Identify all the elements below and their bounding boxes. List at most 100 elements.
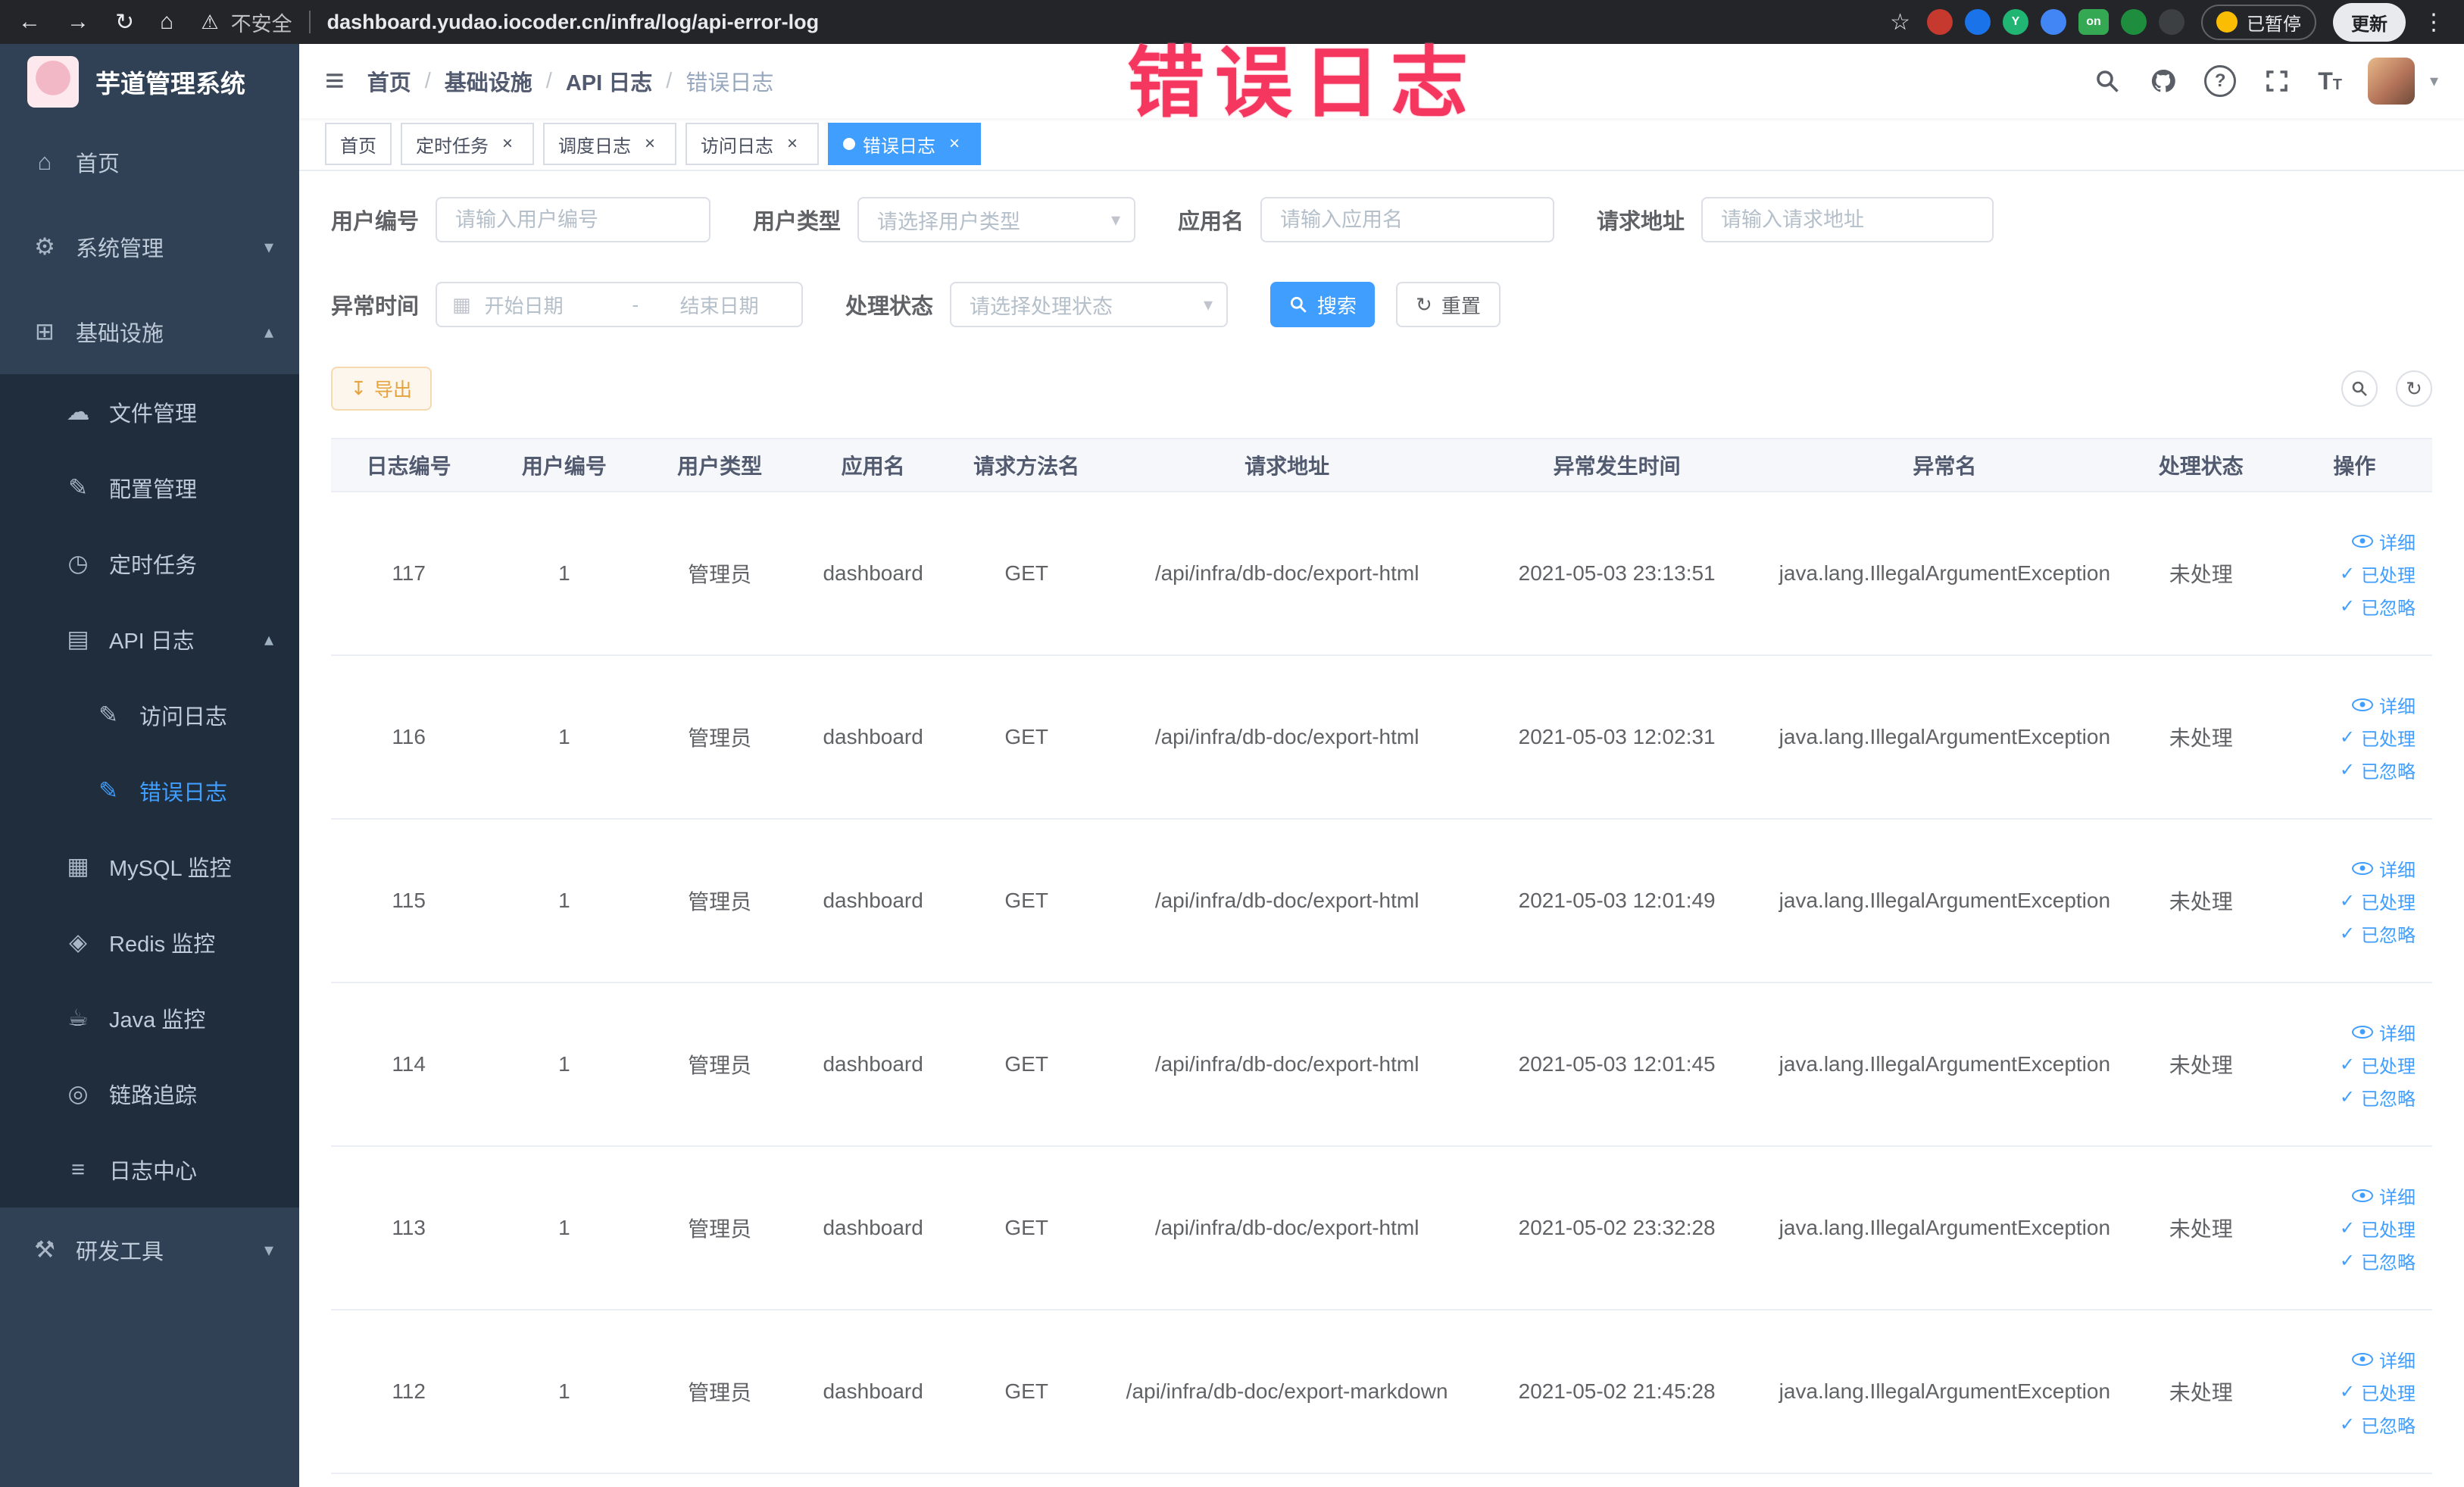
tab-label: 访问日志 [701, 136, 773, 157]
bookmark-star-icon[interactable]: ☆ [1890, 9, 1910, 36]
toggle-search-button[interactable] [2341, 370, 2378, 407]
navbar-right: ? TT ▾ [2092, 58, 2438, 105]
row-actions: 详细 ✓ 已处理 ✓ 已忽略 [2284, 656, 2416, 817]
request-url-input[interactable] [1701, 197, 1994, 242]
sidebar-item-redis-monitor[interactable]: ◈ Redis 监控 [0, 904, 299, 980]
fullscreen-icon[interactable] [2262, 66, 2292, 96]
reload-icon[interactable]: ↻ [115, 9, 134, 36]
action-detail-link[interactable]: 详细 [2352, 692, 2416, 718]
action-label: 详细 [2379, 696, 2416, 717]
sidebar-item-dev-tools[interactable]: ⚒ 研发工具 ▾ [0, 1207, 299, 1292]
action-processed-link[interactable]: ✓ 已处理 [2340, 724, 2416, 751]
action-detail-link[interactable]: 详细 [2352, 855, 2416, 882]
sidebar-item-system[interactable]: ⚙ 系统管理 ▾ [0, 205, 299, 289]
sidebar-item-log-center[interactable]: ≡ 日志中心 [0, 1132, 299, 1207]
extension-leaf-icon[interactable] [2121, 9, 2147, 35]
extension-green-on-icon[interactable]: on [2078, 9, 2109, 35]
sidebar-item-infra[interactable]: ⊞ 基础设施 ▴ [0, 289, 299, 374]
url-text[interactable]: dashboard.yudao.iocoder.cn/infra/log/api… [327, 11, 820, 34]
close-icon[interactable]: × [639, 133, 661, 155]
sidebar-item-config-manage[interactable]: ✎ 配置管理 [0, 450, 299, 526]
update-button[interactable]: 更新 [2333, 2, 2406, 42]
breadcrumb-item[interactable]: API 日志 [566, 65, 652, 97]
extension-blue-grid-icon[interactable] [2041, 9, 2066, 35]
date-range-picker[interactable]: ▦ 开始日期 - 结束日期 [436, 282, 804, 327]
action-detail-link[interactable]: 详细 [2352, 528, 2416, 555]
check-icon: ✓ [2339, 1414, 2355, 1435]
action-detail-link[interactable]: 详细 [2352, 1346, 2416, 1373]
sidebar-item-access-log[interactable]: ✎ 访问日志 [0, 677, 299, 753]
extension-dark-paw-icon[interactable] [2159, 9, 2184, 35]
action-ignored-link[interactable]: ✓ 已忽略 [2340, 1411, 2416, 1438]
filter-user-id: 用户编号 [331, 197, 711, 242]
user-avatar[interactable] [2367, 58, 2415, 105]
action-ignored-link[interactable]: ✓ 已忽略 [2340, 757, 2416, 783]
close-icon[interactable]: × [943, 133, 966, 155]
extension-blue-drop-icon[interactable] [1965, 9, 1991, 35]
calendar-icon: ▦ [452, 292, 471, 316]
action-processed-link[interactable]: ✓ 已处理 [2340, 1215, 2416, 1242]
file-icon: ☁ [66, 398, 90, 425]
breadcrumb-item[interactable]: 首页 [367, 65, 411, 97]
sidebar-item-java-monitor[interactable]: ☕ Java 监控 [0, 980, 299, 1056]
tab-访问日志[interactable]: 访问日志 × [685, 123, 819, 165]
sidebar-item-home[interactable]: ⌂ 首页 [0, 120, 299, 205]
action-detail-link[interactable]: 详细 [2352, 1182, 2416, 1209]
refresh-table-button[interactable]: ↻ [2396, 370, 2432, 407]
reset-button[interactable]: ↻ 重置 [1396, 282, 1501, 327]
extension-green-y-icon[interactable]: Y [2003, 9, 2028, 35]
action-processed-link[interactable]: ✓ 已处理 [2340, 561, 2416, 587]
logo-row[interactable]: 芋道管理系统 [0, 44, 299, 120]
action-ignored-link[interactable]: ✓ 已忽略 [2340, 593, 2416, 620]
sidebar-item-link-trace[interactable]: ◎ 链路追踪 [0, 1056, 299, 1132]
sidebar-item-api-log[interactable]: ▤ API 日志 ▴ [0, 601, 299, 677]
sidebar-item-error-log[interactable]: ✎ 错误日志 [0, 753, 299, 829]
tab-错误日志[interactable]: 错误日志 × [828, 123, 981, 165]
browser-home-icon[interactable]: ⌂ [160, 9, 173, 35]
timer-icon: ◷ [67, 550, 89, 576]
action-label: 已忽略 [2361, 1089, 2416, 1110]
github-icon[interactable] [2148, 66, 2178, 96]
close-icon[interactable]: × [496, 133, 519, 155]
tab-调度日志[interactable]: 调度日志 × [543, 123, 676, 165]
export-button[interactable]: ↧ 导出 [331, 367, 432, 411]
avatar-caret-icon[interactable]: ▾ [2430, 71, 2438, 91]
close-icon[interactable]: × [781, 133, 804, 155]
table-cell: 2021-05-02 23:32:28 [1469, 1146, 1764, 1310]
address-bar[interactable]: ⚠ 不安全 dashboard.yudao.iocoder.cn/infra/l… [201, 8, 1881, 37]
browser-menu-icon[interactable]: ⋮ [2422, 9, 2446, 36]
breadcrumb-item[interactable]: 基础设施 [445, 65, 532, 97]
tab-定时任务[interactable]: 定时任务 × [401, 123, 534, 165]
help-icon[interactable]: ? [2204, 65, 2237, 97]
sidebar-item-label: Redis 监控 [109, 932, 216, 957]
user-id-input[interactable] [436, 197, 711, 242]
action-detail-link[interactable]: 详细 [2352, 1019, 2416, 1045]
header-search-icon[interactable] [2092, 66, 2122, 96]
action-ignored-link[interactable]: ✓ 已忽略 [2340, 1084, 2416, 1111]
font-size-icon[interactable]: TT [2318, 67, 2342, 95]
table-cell: dashboard [797, 819, 949, 983]
action-ignored-link[interactable]: ✓ 已忽略 [2340, 920, 2416, 947]
row-actions-cell: 详细 ✓ 已处理 ✓ 已忽略 [2276, 655, 2432, 820]
hamburger-icon[interactable]: ≡ [325, 64, 345, 98]
action-processed-link[interactable]: ✓ 已处理 [2340, 1379, 2416, 1405]
sidebar-item-mysql-monitor[interactable]: ▦ MySQL 监控 [0, 829, 299, 904]
action-processed-link[interactable]: ✓ 已处理 [2340, 1051, 2416, 1078]
table-cell: 114 [331, 982, 487, 1147]
paused-badge[interactable]: 已暂停 [2201, 4, 2316, 40]
process-status-select[interactable]: 请选择处理状态 ▾ [950, 282, 1229, 327]
sidebar-item-label: 基础设施 [76, 322, 164, 346]
extension-red-icon[interactable] [1927, 9, 1953, 35]
sidebar-item-file-manage[interactable]: ☁ 文件管理 [0, 374, 299, 450]
user-type-select[interactable]: 请选择用户类型 ▾ [857, 197, 1136, 242]
forward-icon[interactable]: → [67, 9, 89, 35]
action-ignored-link[interactable]: ✓ 已忽略 [2340, 1248, 2416, 1274]
search-button[interactable]: 搜索 [1270, 282, 1376, 327]
app-name-input[interactable] [1260, 197, 1555, 242]
sidebar-item-scheduled-job[interactable]: ◷ 定时任务 [0, 526, 299, 601]
table-cell: 2021-05-03 12:02:31 [1469, 655, 1764, 820]
action-processed-link[interactable]: ✓ 已处理 [2340, 888, 2416, 914]
tab-首页[interactable]: 首页 [325, 123, 392, 165]
back-icon[interactable]: ← [18, 9, 41, 35]
check-icon: ✓ [2339, 726, 2355, 748]
